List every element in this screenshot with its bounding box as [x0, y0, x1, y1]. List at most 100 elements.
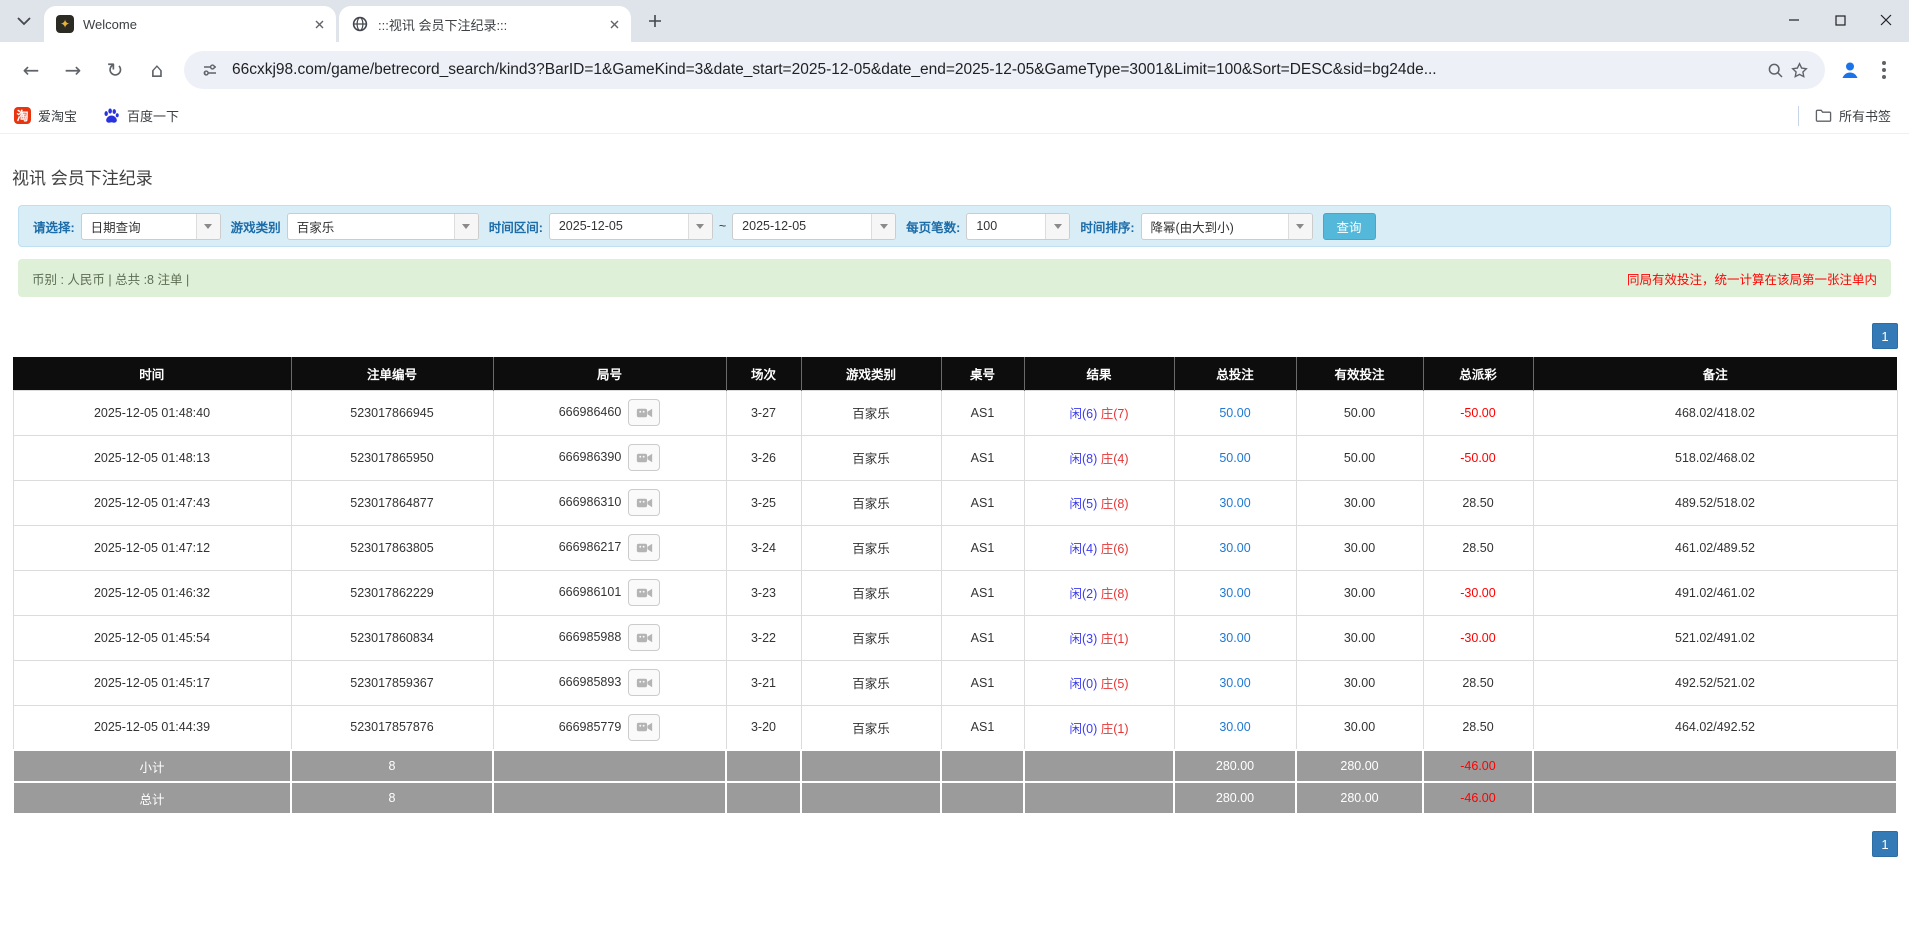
header-time: 时间	[13, 357, 291, 390]
per-page-label: 每页笔数:	[906, 217, 960, 236]
cell-total-bet[interactable]: 30.00	[1174, 480, 1296, 525]
tab-title: Welcome	[83, 17, 310, 32]
cell-result: 闲(3) 庄(1)	[1024, 615, 1174, 660]
pagination-bottom: 1	[0, 831, 1909, 857]
cell-valid-bet: 30.00	[1296, 525, 1423, 570]
zoom-icon[interactable]	[1763, 58, 1787, 82]
cell-bet-id: 523017859367	[291, 660, 493, 705]
cell-table: AS1	[941, 705, 1024, 750]
bookmark-star-icon[interactable]	[1787, 58, 1811, 82]
cell-total-bet[interactable]: 30.00	[1174, 705, 1296, 750]
bookmarks-bar: 淘 爱淘宝 百度一下 所有书签	[0, 98, 1909, 134]
forward-button[interactable]: →	[54, 51, 92, 89]
currency-summary: 币别 : 人民币 | 总共 :8 注单 |	[32, 269, 189, 288]
bookmark-baidu[interactable]: 百度一下	[103, 106, 179, 125]
tab-strip: ✦ Welcome :::视讯 会员下注纪录:::	[0, 0, 1909, 42]
tab-bet-record[interactable]: :::视讯 会员下注纪录:::	[339, 6, 631, 42]
cell-valid-bet: 30.00	[1296, 660, 1423, 705]
cell-session: 3-25	[726, 480, 801, 525]
cell-game-type: 百家乐	[801, 705, 941, 750]
per-page-select[interactable]: 100	[966, 213, 1070, 240]
globe-favicon-icon	[351, 15, 369, 33]
video-replay-button[interactable]	[628, 714, 660, 741]
cell-note: 491.02/461.02	[1533, 570, 1897, 615]
page-number-button[interactable]: 1	[1872, 323, 1898, 349]
date-end-select[interactable]: 2025-12-05	[732, 213, 896, 240]
cell-valid-bet: 30.00	[1296, 480, 1423, 525]
cell-session: 3-20	[726, 705, 801, 750]
summary-count: 8	[291, 750, 493, 782]
cell-total-bet[interactable]: 30.00	[1174, 660, 1296, 705]
summary-bar: 币别 : 人民币 | 总共 :8 注单 | 同局有效投注，统一计算在该局第一张注…	[18, 259, 1891, 297]
cell-total-bet[interactable]: 50.00	[1174, 390, 1296, 435]
cell-round: 666985988	[493, 615, 726, 660]
table-row: 2025-12-05 01:47:12523017863805666986217…	[13, 525, 1897, 570]
cell-payout: 28.50	[1423, 525, 1533, 570]
profile-avatar-icon[interactable]	[1831, 51, 1869, 89]
window-maximize-button[interactable]	[1817, 0, 1863, 40]
window-minimize-button[interactable]	[1771, 0, 1817, 40]
cell-total-bet[interactable]: 30.00	[1174, 525, 1296, 570]
summary-label: 总计	[13, 782, 291, 814]
cell-total-bet[interactable]: 50.00	[1174, 435, 1296, 480]
date-range-tilde: ~	[719, 219, 726, 233]
video-replay-button[interactable]	[628, 444, 660, 471]
tab-welcome[interactable]: ✦ Welcome	[44, 6, 336, 42]
chevron-down-icon	[688, 214, 712, 239]
bookmarks-divider	[1798, 106, 1799, 126]
video-replay-button[interactable]	[628, 624, 660, 651]
back-button[interactable]: ←	[12, 51, 50, 89]
cell-round: 666985779	[493, 705, 726, 750]
window-close-button[interactable]	[1863, 0, 1909, 40]
filter-panel: 请选择: 日期查询 游戏类别 百家乐 时间区间: 2025-12-05 ~ 20…	[18, 205, 1891, 247]
header-payout: 总派彩	[1423, 357, 1533, 390]
valid-bet-notice: 同局有效投注，统一计算在该局第一张注单内	[1627, 269, 1877, 288]
bookmark-taobao[interactable]: 淘 爱淘宝	[14, 106, 77, 125]
cell-table: AS1	[941, 570, 1024, 615]
cell-note: 492.52/521.02	[1533, 660, 1897, 705]
cell-round: 666986390	[493, 435, 726, 480]
all-bookmarks-button[interactable]: 所有书签	[1815, 106, 1891, 125]
tab-close-icon[interactable]	[605, 15, 623, 33]
chevron-down-icon	[1288, 214, 1312, 239]
home-button[interactable]: ⌂	[138, 51, 176, 89]
video-replay-button[interactable]	[628, 399, 660, 426]
reload-button[interactable]: ↻	[96, 51, 134, 89]
cell-game-type: 百家乐	[801, 615, 941, 660]
cell-time: 2025-12-05 01:46:32	[13, 570, 291, 615]
cell-total-bet[interactable]: 30.00	[1174, 615, 1296, 660]
cell-game-type: 百家乐	[801, 435, 941, 480]
header-note: 备注	[1533, 357, 1897, 390]
video-replay-button[interactable]	[628, 579, 660, 606]
bet-records-table: 时间 注单编号 局号 场次 游戏类别 桌号 结果 总投注 有效投注 总派彩 备注…	[12, 357, 1898, 815]
welcome-favicon-icon: ✦	[56, 15, 74, 33]
cell-session: 3-26	[726, 435, 801, 480]
address-bar[interactable]: 66cxkj98.com/game/betrecord_search/kind3…	[184, 51, 1825, 89]
cell-total-bet[interactable]: 30.00	[1174, 570, 1296, 615]
table-row: 2025-12-05 01:46:32523017862229666986101…	[13, 570, 1897, 615]
tab-search-button[interactable]	[10, 7, 38, 35]
site-settings-icon[interactable]	[198, 58, 222, 82]
cell-result: 闲(6) 庄(7)	[1024, 390, 1174, 435]
query-mode-select[interactable]: 日期查询	[81, 213, 221, 240]
video-replay-button[interactable]	[628, 489, 660, 516]
cell-round: 666986460	[493, 390, 726, 435]
url-text[interactable]: 66cxkj98.com/game/betrecord_search/kind3…	[232, 61, 1753, 79]
search-button[interactable]: 查询	[1323, 213, 1376, 240]
sort-select[interactable]: 降幂(由大到小)	[1141, 213, 1313, 240]
cell-table: AS1	[941, 525, 1024, 570]
chevron-down-icon	[454, 214, 478, 239]
date-start-select[interactable]: 2025-12-05	[549, 213, 713, 240]
video-replay-button[interactable]	[628, 669, 660, 696]
cell-result: 闲(8) 庄(4)	[1024, 435, 1174, 480]
cell-result: 闲(5) 庄(8)	[1024, 480, 1174, 525]
tab-close-icon[interactable]	[310, 15, 328, 33]
header-table: 桌号	[941, 357, 1024, 390]
page-number-button[interactable]: 1	[1872, 831, 1898, 857]
new-tab-button[interactable]	[640, 6, 670, 36]
cell-game-type: 百家乐	[801, 480, 941, 525]
game-type-select[interactable]: 百家乐	[287, 213, 479, 240]
browser-menu-icon[interactable]	[1869, 51, 1899, 89]
table-row: 2025-12-05 01:45:17523017859367666985893…	[13, 660, 1897, 705]
video-replay-button[interactable]	[628, 534, 660, 561]
